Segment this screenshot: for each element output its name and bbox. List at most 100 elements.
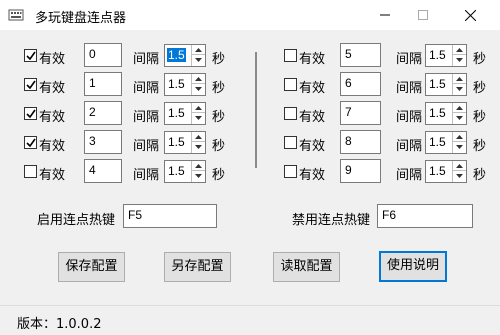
interval-spinner[interactable]: 1.5 (425, 131, 467, 154)
maximize-icon (418, 10, 428, 20)
enabled-label: 有效 (39, 52, 66, 67)
interval-value[interactable]: 1.5 (167, 48, 186, 62)
enabled-checkbox[interactable] (24, 49, 37, 62)
interval-value[interactable]: 1.5 (167, 106, 186, 120)
key-input[interactable]: 2 (84, 101, 122, 125)
interval-value[interactable]: 1.5 (167, 164, 186, 178)
disable-hotkey-field[interactable]: F6 (377, 204, 473, 228)
interval-value[interactable]: 1.5 (428, 164, 447, 178)
spin-down-arrow-icon[interactable] (453, 113, 466, 123)
spinner-arrows (452, 74, 466, 95)
interval-spinner[interactable]: 1.5 (425, 102, 467, 125)
spin-down-arrow-icon[interactable] (192, 84, 205, 94)
key-input[interactable]: 3 (84, 130, 122, 154)
spin-up-arrow-icon[interactable] (192, 132, 205, 142)
key-input[interactable]: 7 (340, 101, 381, 125)
interval-label: 间隔 (133, 168, 160, 183)
key-input[interactable]: 9 (340, 159, 381, 183)
spin-up-arrow-icon[interactable] (192, 103, 205, 113)
enabled-label: 有效 (299, 81, 326, 96)
enabled-checkbox[interactable] (24, 78, 37, 91)
interval-spinner[interactable]: 1.5 (164, 44, 206, 67)
spin-down-arrow-icon[interactable] (192, 142, 205, 152)
enabled-label: 有效 (299, 168, 326, 183)
help-button[interactable]: 使用说明 (379, 251, 447, 282)
interval-value[interactable]: 1.5 (428, 106, 447, 120)
key-input[interactable]: 8 (340, 130, 381, 154)
interval-value[interactable]: 1.5 (428, 48, 447, 62)
spin-down-arrow-icon[interactable] (453, 171, 466, 181)
spin-up-arrow-icon[interactable] (453, 161, 466, 171)
spinner-arrows (191, 161, 205, 182)
interval-value[interactable]: 1.5 (428, 77, 447, 91)
key-input[interactable]: 4 (84, 159, 122, 183)
maximize-button[interactable] (400, 0, 446, 30)
key-input[interactable]: 5 (340, 43, 381, 67)
enabled-label: 有效 (39, 110, 66, 125)
title-bar: 多玩键盘连点器 (0, 0, 500, 30)
interval-label: 间隔 (133, 52, 160, 67)
spin-up-arrow-icon[interactable] (192, 74, 205, 84)
spinner-arrows (191, 103, 205, 124)
spin-up-arrow-icon[interactable] (192, 45, 205, 55)
version-label: 版本：1.0.0.2 (17, 317, 102, 332)
spinner-arrows (452, 161, 466, 182)
interval-value[interactable]: 1.5 (428, 135, 447, 149)
enabled-label: 有效 (299, 110, 326, 125)
status-bar: 版本：1.0.0.2 (0, 305, 500, 335)
enable-hotkey-field[interactable]: F5 (123, 204, 217, 228)
seconds-label: 秒 (212, 52, 226, 67)
spin-up-arrow-icon[interactable] (453, 132, 466, 142)
spinner-arrows (452, 132, 466, 153)
enabled-checkbox[interactable] (24, 107, 37, 120)
spin-up-arrow-icon[interactable] (453, 45, 466, 55)
enabled-checkbox[interactable] (284, 165, 297, 178)
enabled-checkbox[interactable] (24, 165, 37, 178)
spin-up-arrow-icon[interactable] (453, 74, 466, 84)
spin-down-arrow-icon[interactable] (453, 55, 466, 65)
spin-up-arrow-icon[interactable] (453, 103, 466, 113)
enabled-checkbox[interactable] (24, 136, 37, 149)
interval-spinner[interactable]: 1.5 (164, 160, 206, 183)
key-input[interactable]: 6 (340, 72, 381, 96)
interval-value[interactable]: 1.5 (167, 77, 186, 91)
seconds-label: 秒 (473, 139, 487, 154)
interval-spinner[interactable]: 1.5 (164, 131, 206, 154)
key-input[interactable]: 1 (84, 72, 122, 96)
interval-spinner[interactable]: 1.5 (164, 73, 206, 96)
spinner-arrows (191, 74, 205, 95)
interval-spinner[interactable]: 1.5 (425, 73, 467, 96)
close-button[interactable] (447, 0, 493, 30)
interval-spinner[interactable]: 1.5 (425, 44, 467, 67)
save-config-button[interactable]: 保存配置 (58, 252, 125, 282)
spin-down-arrow-icon[interactable] (453, 142, 466, 152)
checkmark-icon (26, 138, 36, 148)
interval-spinner[interactable]: 1.5 (164, 102, 206, 125)
save-as-config-button[interactable]: 另存配置 (164, 252, 231, 282)
seconds-label: 秒 (212, 81, 226, 96)
load-config-button[interactable]: 读取配置 (273, 252, 340, 282)
spin-down-arrow-icon[interactable] (192, 55, 205, 65)
keyboard-app-icon (8, 8, 24, 22)
enabled-checkbox[interactable] (284, 49, 297, 62)
interval-spinner[interactable]: 1.5 (425, 160, 467, 183)
enabled-checkbox[interactable] (284, 107, 297, 120)
spin-up-arrow-icon[interactable] (192, 161, 205, 171)
spin-down-arrow-icon[interactable] (453, 84, 466, 94)
key-input[interactable]: 0 (84, 43, 122, 67)
interval-label: 间隔 (396, 110, 423, 125)
spin-down-arrow-icon[interactable] (192, 171, 205, 181)
interval-label: 间隔 (396, 52, 423, 67)
enabled-label: 有效 (299, 52, 326, 67)
enabled-checkbox[interactable] (284, 136, 297, 149)
close-icon (465, 10, 476, 21)
enabled-checkbox[interactable] (284, 78, 297, 91)
checkmark-icon (26, 51, 36, 61)
minimize-icon (380, 14, 390, 16)
seconds-label: 秒 (473, 110, 487, 125)
spin-down-arrow-icon[interactable] (192, 113, 205, 123)
interval-label: 间隔 (133, 139, 160, 154)
interval-value[interactable]: 1.5 (167, 135, 186, 149)
interval-label: 间隔 (133, 81, 160, 96)
spinner-arrows (191, 132, 205, 153)
